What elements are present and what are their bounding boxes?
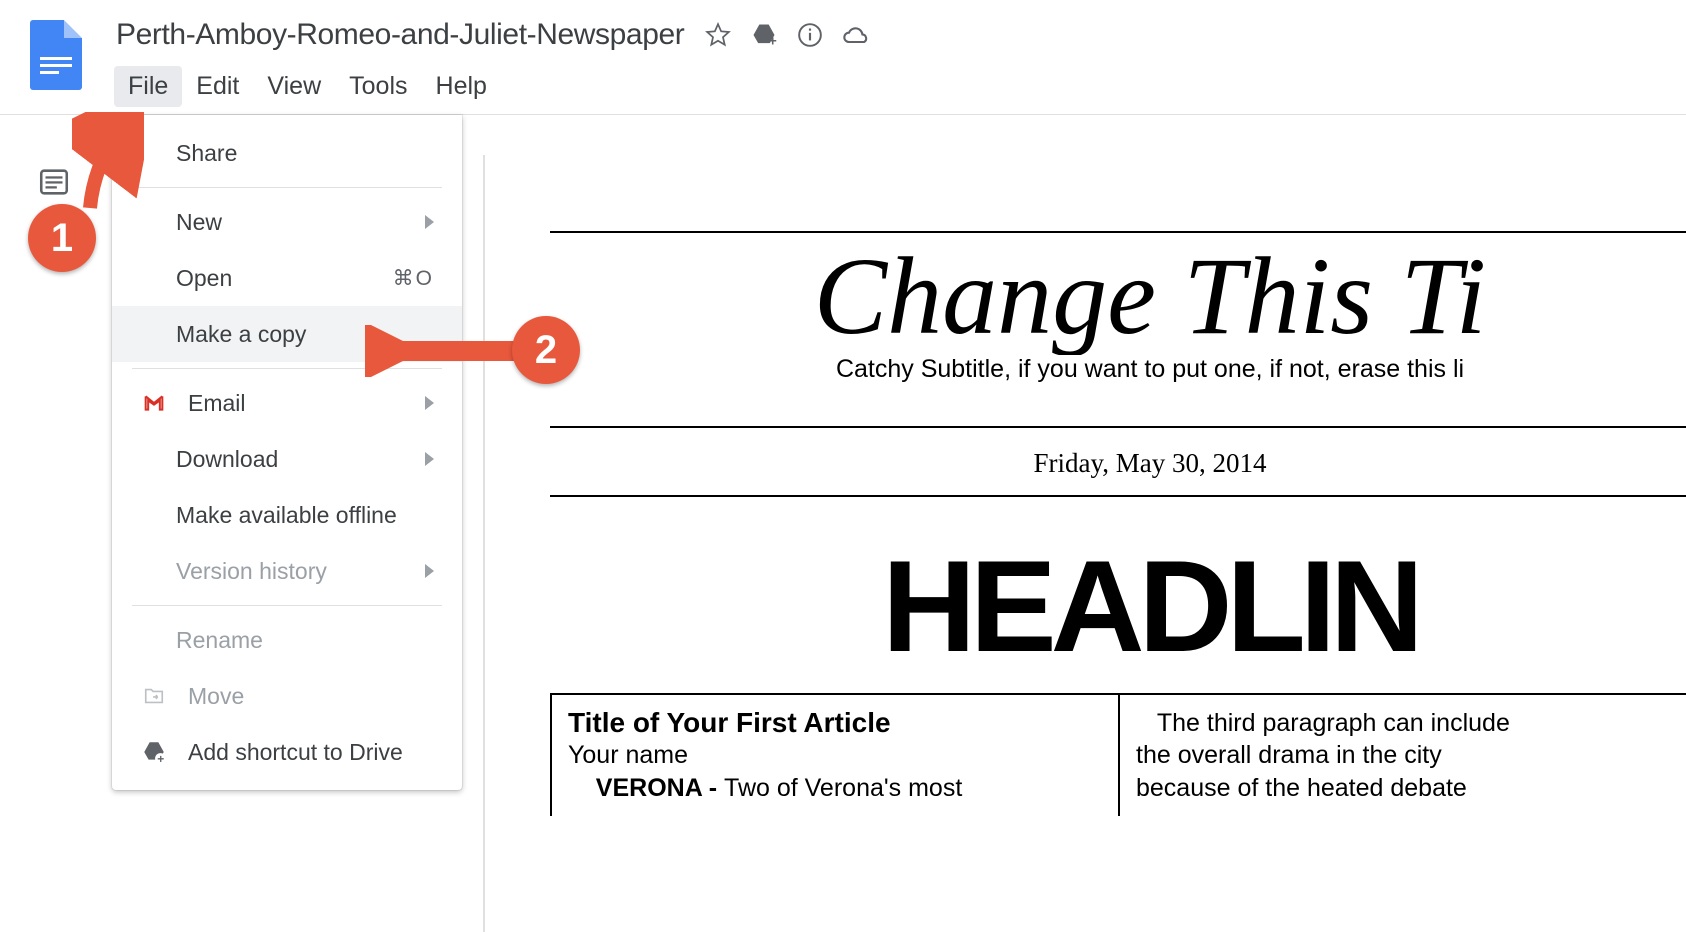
docs-logo-icon[interactable] bbox=[30, 20, 82, 90]
docs-logo-lines bbox=[40, 53, 72, 78]
menu-divider bbox=[132, 187, 442, 188]
annotation-arrow-1 bbox=[72, 112, 144, 212]
outline-toggle-icon[interactable] bbox=[34, 162, 74, 202]
rule bbox=[550, 426, 1686, 428]
file-dropdown: Share New Open ⌘O Make a copy Email Down… bbox=[112, 115, 462, 790]
headline[interactable]: HEADLIN bbox=[550, 503, 1686, 693]
svg-text:+: + bbox=[157, 752, 164, 765]
annotation-number: 2 bbox=[535, 328, 557, 373]
cloud-icon[interactable] bbox=[842, 21, 870, 49]
menu-item-label: Make available offline bbox=[176, 502, 397, 529]
annotation-arrow-2 bbox=[365, 325, 525, 377]
document-title[interactable]: Perth-Amboy-Romeo-and-Juliet-Newspaper bbox=[114, 14, 686, 56]
menu-item-version-history[interactable]: Version history bbox=[112, 543, 462, 599]
menu-item-email[interactable]: Email bbox=[112, 375, 462, 431]
info-icon[interactable] bbox=[796, 21, 824, 49]
menu-item-label: New bbox=[176, 209, 222, 236]
menu-item-rename[interactable]: Rename bbox=[112, 612, 462, 668]
document-canvas[interactable]: Change This Ti Catchy Subtitle, if you w… bbox=[485, 155, 1686, 932]
menubar: File Edit View Tools Help bbox=[114, 66, 870, 107]
article-lede: VERONA - Two of Verona's most bbox=[568, 774, 1102, 803]
issue-date[interactable]: Friday, May 30, 2014 bbox=[550, 434, 1686, 489]
annotation-badge-1: 1 bbox=[28, 204, 96, 272]
chevron-right-icon bbox=[425, 215, 434, 229]
menu-item-open[interactable]: Open ⌘O bbox=[112, 250, 462, 306]
menu-view[interactable]: View bbox=[253, 66, 335, 107]
gmail-icon bbox=[140, 389, 168, 417]
col2-text: because of the heated debate bbox=[1136, 774, 1467, 802]
menu-file[interactable]: File bbox=[114, 66, 182, 107]
svg-text:+: + bbox=[769, 33, 777, 49]
chevron-right-icon bbox=[425, 396, 434, 410]
annotation-number: 1 bbox=[51, 216, 73, 261]
column-1[interactable]: Title of Your First Article Your name VE… bbox=[552, 695, 1120, 817]
lede-text: Two of Verona's most bbox=[724, 774, 962, 802]
menu-item-offline[interactable]: Make available offline bbox=[112, 487, 462, 543]
menu-item-share[interactable]: Share bbox=[112, 125, 462, 181]
article-columns: Title of Your First Article Your name VE… bbox=[550, 693, 1686, 817]
menu-item-label: Rename bbox=[176, 627, 263, 654]
menu-edit[interactable]: Edit bbox=[182, 66, 253, 107]
star-icon[interactable] bbox=[704, 21, 732, 49]
rule bbox=[550, 495, 1686, 497]
drive-move-icon[interactable]: + bbox=[750, 21, 778, 49]
menu-item-new[interactable]: New bbox=[112, 194, 462, 250]
folder-move-icon bbox=[140, 682, 168, 710]
menu-item-move[interactable]: Move bbox=[112, 668, 462, 724]
annotation-badge-2: 2 bbox=[512, 316, 580, 384]
masthead: Change This Ti Catchy Subtitle, if you w… bbox=[550, 239, 1686, 384]
dateline: VERONA - bbox=[596, 774, 724, 802]
menu-item-label: Open bbox=[176, 265, 232, 292]
document-page: Change This Ti Catchy Subtitle, if you w… bbox=[550, 231, 1686, 816]
chevron-right-icon bbox=[425, 452, 434, 466]
menu-item-label: Move bbox=[188, 683, 244, 710]
chevron-right-icon bbox=[425, 564, 434, 578]
article-title: Title of Your First Article bbox=[568, 707, 1102, 739]
menu-tools[interactable]: Tools bbox=[335, 66, 421, 107]
drive-shortcut-icon: + bbox=[140, 738, 168, 766]
masthead-title[interactable]: Change This Ti bbox=[550, 239, 1686, 355]
column-2[interactable]: The third paragraph can include the over… bbox=[1120, 695, 1686, 817]
menu-item-label: Share bbox=[176, 140, 237, 167]
menu-item-label: Make a copy bbox=[176, 321, 306, 348]
app-header: Perth-Amboy-Romeo-and-Juliet-Newspaper +… bbox=[0, 0, 1686, 115]
header-title-area: Perth-Amboy-Romeo-and-Juliet-Newspaper +… bbox=[114, 14, 870, 107]
menu-divider bbox=[132, 605, 442, 606]
menu-item-label: Download bbox=[176, 446, 278, 473]
menu-shortcut: ⌘O bbox=[393, 266, 434, 291]
menu-help[interactable]: Help bbox=[422, 66, 501, 107]
masthead-subtitle[interactable]: Catchy Subtitle, if you want to put one,… bbox=[550, 355, 1686, 384]
menu-item-label: Email bbox=[188, 390, 246, 417]
article-byline: Your name bbox=[568, 741, 1102, 770]
menu-item-label: Add shortcut to Drive bbox=[188, 739, 403, 766]
col2-text: the overall drama in the city bbox=[1136, 741, 1442, 769]
menu-item-add-shortcut[interactable]: + Add shortcut to Drive bbox=[112, 724, 462, 780]
rule bbox=[550, 231, 1686, 233]
menu-item-download[interactable]: Download bbox=[112, 431, 462, 487]
col2-text: The third paragraph can include bbox=[1157, 709, 1510, 737]
menu-item-label: Version history bbox=[176, 558, 327, 585]
